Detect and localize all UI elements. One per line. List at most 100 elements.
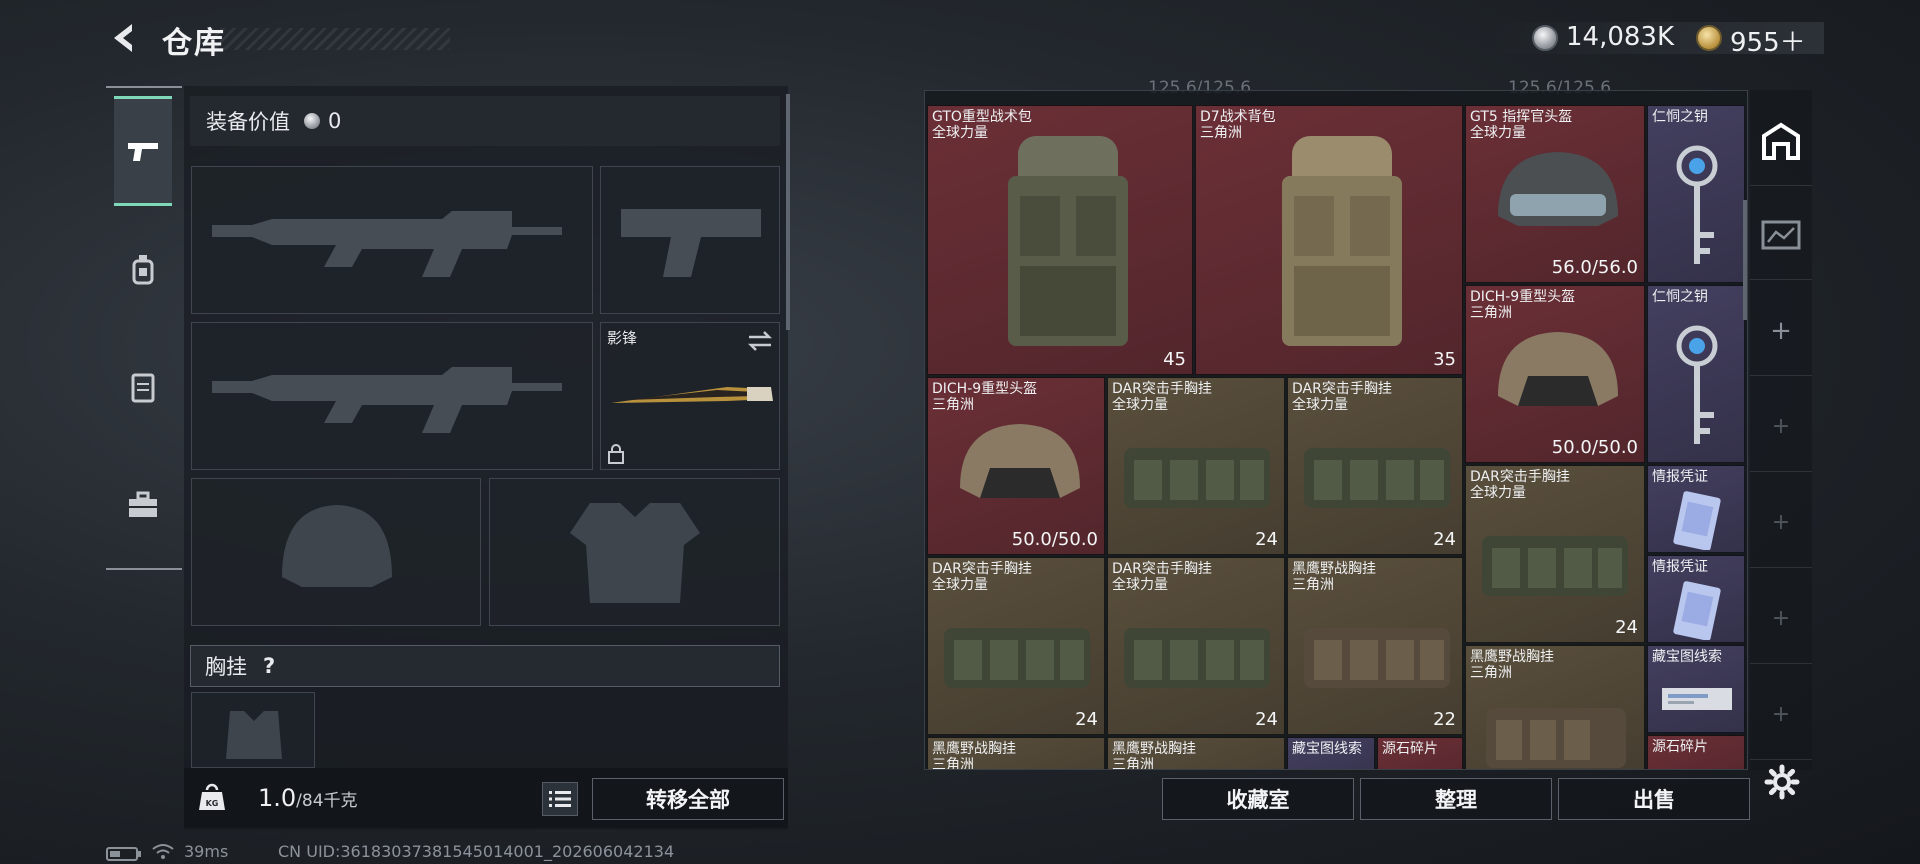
storage-item[interactable]: DICH-9重型头盔 三角洲 50.0/50.0 bbox=[1465, 285, 1645, 463]
storage-item[interactable]: 黑鹰野战胸挂 三角洲 bbox=[927, 737, 1105, 770]
collection-room-button[interactable]: 收藏室 bbox=[1162, 778, 1354, 820]
list-icon bbox=[549, 791, 571, 807]
add-storage-slot[interactable]: + bbox=[1750, 286, 1812, 376]
storage-item[interactable]: DAR突击手胸挂 全球力量 24 bbox=[1107, 377, 1285, 555]
helmet-slot[interactable] bbox=[191, 478, 481, 626]
storage-item[interactable]: DAR突击手胸挂 全球力量 24 bbox=[1107, 557, 1285, 735]
storage-item[interactable]: 黑鹰野战胸挂 三角洲 22 bbox=[1287, 557, 1463, 735]
battery-icon bbox=[106, 847, 141, 861]
swap-icon[interactable] bbox=[747, 329, 773, 353]
storage-scrollbar[interactable] bbox=[1743, 200, 1747, 320]
wifi-icon bbox=[152, 844, 174, 859]
locked-storage-slot[interactable]: + bbox=[1750, 382, 1812, 472]
rifle-silhouette-icon bbox=[212, 367, 562, 433]
key-icon bbox=[1676, 145, 1718, 264]
lock-icon bbox=[608, 444, 624, 464]
item-name: DAR突击手胸挂 全球力量 bbox=[1112, 561, 1212, 593]
rifle-silhouette-icon bbox=[212, 211, 562, 277]
helmet-icon bbox=[1498, 152, 1618, 226]
sell-button[interactable]: 出售 bbox=[1558, 778, 1750, 820]
item-capacity: 24 bbox=[1433, 529, 1456, 550]
equipment-value-row: 装备价值 0 bbox=[190, 96, 780, 146]
item-name: 仁恫之钥 bbox=[1652, 109, 1708, 125]
item-capacity: 35 bbox=[1433, 349, 1456, 370]
vest-icon bbox=[131, 373, 155, 403]
item-durability: 50.0/50.0 bbox=[1551, 437, 1638, 458]
item-name: DAR突击手胸挂 全球力量 bbox=[1470, 469, 1570, 501]
storage-item[interactable]: 黑鹰野战胸挂 三角洲 bbox=[1465, 645, 1645, 769]
item-durability: 50.0/50.0 bbox=[1011, 529, 1098, 550]
ping-readout: 39ms bbox=[184, 842, 229, 861]
item-name: DICH-9重型头盔 三角洲 bbox=[1470, 289, 1576, 321]
user-uid: CN UID:36183037381545014001_202606042134 bbox=[278, 842, 675, 861]
tab-map-storage[interactable] bbox=[1750, 190, 1812, 280]
equipment-scrollbar[interactable] bbox=[786, 94, 790, 330]
key-icon bbox=[1676, 325, 1718, 444]
weight-current: 1.0 bbox=[258, 784, 297, 812]
intel-card-icon bbox=[1673, 581, 1721, 640]
sidearm-slot[interactable] bbox=[600, 166, 780, 314]
storage-item[interactable]: DAR突击手胸挂 全球力量 24 bbox=[1287, 377, 1463, 555]
item-capacity: 24 bbox=[1615, 617, 1638, 638]
tab-weapons[interactable] bbox=[114, 96, 172, 206]
storage-item[interactable]: DICH-9重型头盔 三角洲 50.0/50.0 bbox=[927, 377, 1105, 555]
locked-storage-slot[interactable]: + bbox=[1750, 670, 1812, 760]
equipment-value-label: 装备价值 bbox=[206, 110, 290, 134]
melee-weapon-name: 影锋 bbox=[607, 329, 638, 347]
list-view-button[interactable] bbox=[542, 782, 578, 816]
chest-rig-icon bbox=[1124, 628, 1270, 688]
tab-supplies[interactable] bbox=[114, 450, 172, 560]
storage-item[interactable]: 情报凭证 bbox=[1647, 555, 1745, 643]
body-armor-slot[interactable] bbox=[489, 478, 780, 626]
tab-gear[interactable] bbox=[114, 332, 172, 442]
helmet-silhouette-icon bbox=[282, 505, 392, 587]
gear-icon[interactable] bbox=[1764, 764, 1800, 800]
item-name: D7战术背包 三角洲 bbox=[1200, 109, 1276, 141]
tab-throwables[interactable] bbox=[114, 214, 172, 324]
storage-item[interactable]: GTO重型战术包 全球力量 45 bbox=[927, 105, 1193, 375]
weight-max: /84千克 bbox=[296, 791, 358, 811]
storage-item[interactable]: 仁恫之钥 bbox=[1647, 105, 1745, 283]
storage-item[interactable]: 源石碎片 bbox=[1647, 735, 1745, 769]
storage-item[interactable]: 仁恫之钥 bbox=[1647, 285, 1745, 463]
title-decoration bbox=[210, 28, 450, 50]
storage-item[interactable]: DAR突击手胸挂 全球力量 24 bbox=[1465, 465, 1645, 643]
item-capacity: 22 bbox=[1433, 709, 1456, 730]
storage-item[interactable]: 源石碎片 bbox=[1377, 737, 1463, 769]
locked-storage-slot[interactable]: + bbox=[1750, 574, 1812, 664]
tab-warehouse[interactable] bbox=[1750, 96, 1812, 186]
organize-button[interactable]: 整理 bbox=[1360, 778, 1552, 820]
warehouse-icon bbox=[1762, 122, 1800, 160]
secondary-weapon-slot[interactable] bbox=[191, 322, 593, 470]
storage-item[interactable]: GT5 指挥官头盔 全球力量 56.0/56.0 bbox=[1465, 105, 1645, 283]
melee-weapon-slot[interactable]: 影锋 bbox=[600, 322, 780, 470]
storage-item[interactable]: 藏宝图线索 bbox=[1647, 645, 1745, 733]
locked-storage-slot[interactable]: + bbox=[1750, 478, 1812, 568]
transfer-all-button[interactable]: 转移全部 bbox=[592, 778, 784, 820]
item-name: 藏宝图线索 bbox=[1652, 649, 1722, 665]
storage-item[interactable]: 情报凭证 bbox=[1647, 465, 1745, 553]
item-name: 藏宝图线索 bbox=[1292, 741, 1362, 757]
backpack-icon bbox=[1008, 136, 1128, 346]
knife-icon bbox=[611, 387, 773, 403]
category-rail bbox=[106, 86, 182, 570]
svg-text:KG: KG bbox=[206, 799, 219, 808]
chest-rig-slot[interactable] bbox=[191, 692, 315, 768]
page-title: 仓库 bbox=[162, 26, 226, 61]
item-name: 黑鹰野战胸挂 三角洲 bbox=[932, 741, 1016, 770]
storage-item[interactable]: 藏宝图线索 bbox=[1287, 737, 1375, 769]
map-icon bbox=[1761, 220, 1801, 249]
help-icon[interactable]: ? bbox=[263, 654, 275, 678]
pistol-silhouette-icon bbox=[621, 209, 761, 277]
item-name: 仁恫之钥 bbox=[1652, 289, 1708, 305]
item-capacity: 24 bbox=[1075, 709, 1098, 730]
gold-coin-icon bbox=[1696, 25, 1722, 51]
gold-currency-amount[interactable]: 955＋ bbox=[1730, 22, 1806, 59]
storage-item[interactable]: DAR突击手胸挂 全球力量 24 bbox=[927, 557, 1105, 735]
primary-weapon-slot[interactable] bbox=[191, 166, 593, 314]
item-capacity: 24 bbox=[1255, 709, 1278, 730]
storage-item[interactable]: D7战术背包 三角洲 35 bbox=[1195, 105, 1463, 375]
silver-coin-icon bbox=[1532, 25, 1558, 51]
storage-item[interactable]: 黑鹰野战胸挂 三角洲 bbox=[1107, 737, 1285, 769]
back-arrow-icon[interactable] bbox=[104, 18, 144, 58]
